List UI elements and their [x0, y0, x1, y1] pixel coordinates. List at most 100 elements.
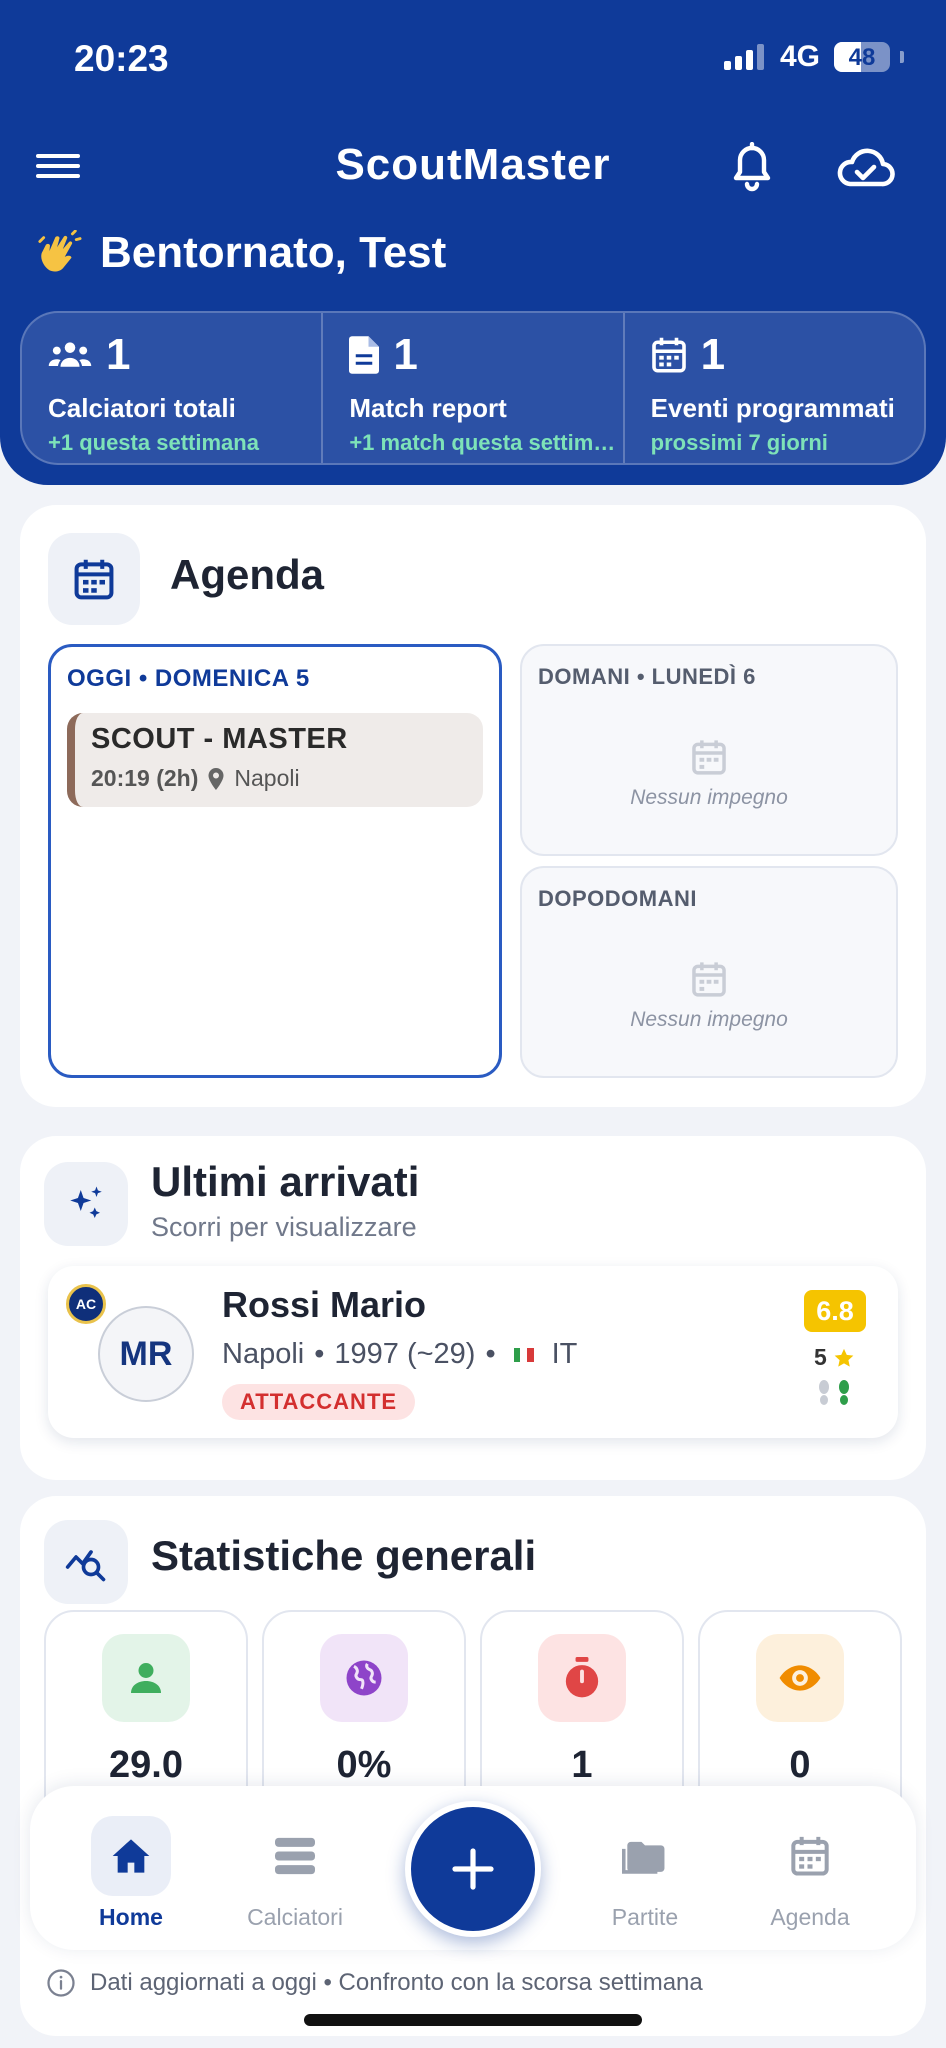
nav-agenda[interactable]: Agenda [735, 1806, 885, 1936]
summary-panel: 1 Calciatori totali +1 questa settimana … [20, 311, 926, 465]
agenda-card: Agenda OGGI • DOMENICA 5 SCOUT - MASTER … [20, 505, 926, 1107]
event-location: Napoli [234, 765, 300, 791]
stat-value: 29.0 [109, 1744, 183, 1786]
footnote-text: Dati aggiornati a oggi • Confronto con l… [90, 1969, 703, 1996]
agenda-title: Agenda [170, 551, 325, 598]
tomorrow-empty: Nessun impegno [630, 786, 788, 809]
stat-icon-bg [756, 1634, 844, 1722]
event-time: 20:19 (2h) [91, 765, 199, 791]
notifications-button[interactable] [728, 141, 776, 196]
stat-icon-bg [102, 1634, 190, 1722]
nav-matches[interactable]: Partite [570, 1806, 720, 1936]
events-period: prossimi 7 giorni [650, 430, 828, 455]
stat-value: 0 [789, 1744, 811, 1786]
role-badge: ATTACCANTE [222, 1384, 416, 1420]
left-foot-icon [819, 1380, 829, 1405]
reports-label: Match report [349, 393, 507, 423]
player-birth: 1997 (~29) [334, 1338, 476, 1370]
document-icon [349, 336, 380, 374]
calendar-icon [74, 559, 114, 600]
calendar-icon [651, 337, 686, 373]
home-icon [112, 1839, 150, 1873]
players-delta: +1 questa settimana [48, 430, 259, 455]
globe-icon [346, 1660, 382, 1696]
stopwatch-icon [565, 1657, 599, 1698]
summary-reports[interactable]: 1 Match report +1 match questa settimana [321, 313, 622, 463]
stats-title: Statistiche generali [151, 1532, 537, 1579]
star-icon [834, 1348, 854, 1367]
calendar-icon [791, 1836, 829, 1876]
event-title: SCOUT - MASTER [91, 723, 348, 755]
home-indicator [304, 2014, 642, 2026]
today-header: OGGI • DOMENICA 5 [67, 665, 310, 692]
agenda-day-tomorrow[interactable]: DOMANI • LUNEDÌ 6 Nessun impegno [520, 644, 898, 856]
events-label: Eventi programmati [650, 393, 895, 423]
sync-button[interactable] [834, 144, 896, 196]
reports-count: 1 [393, 330, 418, 379]
calendar-icon [692, 740, 726, 775]
waving-hand-icon [38, 230, 82, 272]
latest-title: Ultimi arrivati [151, 1158, 420, 1205]
eye-icon [779, 1665, 821, 1691]
italy-flag-icon [513, 1347, 534, 1362]
signal-icon [723, 44, 764, 70]
footnote: Dati aggiornati a oggi • Confronto con l… [46, 1968, 703, 1998]
location-pin-icon [208, 767, 224, 790]
nav-home[interactable]: Home [56, 1806, 206, 1936]
right-foot-icon [839, 1380, 849, 1405]
battery-level: 48 [848, 44, 876, 71]
stat-value: 0% [336, 1744, 392, 1786]
latest-card: Ultimi arrivati Scorri per visualizzare … [20, 1136, 926, 1480]
latest-icon-tile [44, 1162, 128, 1246]
battery-icon: 48 [834, 42, 890, 72]
nav-home-label: Home [99, 1904, 163, 1930]
nav-players[interactable]: Calciatori [220, 1806, 370, 1936]
agenda-event[interactable]: SCOUT - MASTER 20:19 (2h) Napoli [67, 713, 483, 807]
star-count: 5 [814, 1344, 827, 1370]
cloud-check-icon [837, 148, 895, 187]
player-nationality: IT [551, 1338, 578, 1370]
events-count: 1 [700, 330, 726, 379]
tomorrow-header: DOMANI • LUNEDÌ 6 [538, 664, 756, 689]
welcome-row: Bentornato, Test [36, 228, 446, 278]
players-label: Calciatori totali [48, 393, 236, 423]
event-meta: 20:19 (2h) Napoli [91, 765, 300, 792]
analytics-search-icon [65, 1550, 106, 1582]
calendar-icon [692, 962, 726, 997]
nav-agenda-label: Agenda [770, 1904, 850, 1930]
app-title: ScoutMaster [335, 140, 611, 189]
latest-subtitle: Scorri per visualizzare [151, 1212, 417, 1242]
status-time: 20:23 [74, 38, 169, 79]
users-icon [48, 342, 92, 367]
stats-icon-tile [44, 1520, 128, 1604]
player-card[interactable]: MR AC Rossi Mario Napoli • 1997 (~29) • … [48, 1266, 898, 1438]
nav-players-label: Calciatori [247, 1904, 343, 1930]
summary-events[interactable]: 1 Eventi programmati prossimi 7 giorni [622, 313, 924, 463]
agenda-day-today[interactable]: OGGI • DOMENICA 5 SCOUT - MASTER 20:19 (… [48, 644, 502, 1078]
player-info: Napoli • 1997 (~29) • IT [222, 1338, 578, 1370]
reports-delta: +1 match questa settimana [349, 430, 620, 455]
stat-icon-bg [538, 1634, 626, 1722]
person-icon [131, 1663, 161, 1693]
agenda-icon-tile [48, 533, 140, 625]
status-indicators: 4G 48 [723, 40, 904, 74]
agenda-day-after-tomorrow[interactable]: DOPODOMANI Nessun impegno [520, 866, 898, 1078]
info-icon [47, 1969, 75, 1997]
club-badge: AC [66, 1284, 106, 1324]
welcome-text: Bentornato, Test [100, 228, 447, 277]
header: 20:23 4G 48 ScoutMaster Bentornato, Test… [0, 0, 946, 485]
star-rating: 5 [814, 1344, 855, 1371]
plus-icon [452, 1848, 494, 1890]
after-tomorrow-header: DOPODOMANI [538, 886, 697, 911]
after-tomorrow-empty: Nessun impegno [630, 1008, 788, 1031]
players-count: 1 [106, 330, 131, 379]
folder-icon [622, 1841, 665, 1874]
stat-icon-bg [320, 1634, 408, 1722]
summary-players[interactable]: 1 Calciatori totali +1 questa settimana [22, 313, 321, 463]
stats-card: Statistiche generali 29.0 0% 1 0 [20, 1496, 926, 2036]
list-icon [275, 1837, 315, 1875]
rating-badge: 6.8 [804, 1290, 866, 1332]
player-name: Rossi Mario [222, 1284, 427, 1325]
avatar: MR [98, 1306, 194, 1402]
add-button[interactable] [405, 1801, 541, 1937]
